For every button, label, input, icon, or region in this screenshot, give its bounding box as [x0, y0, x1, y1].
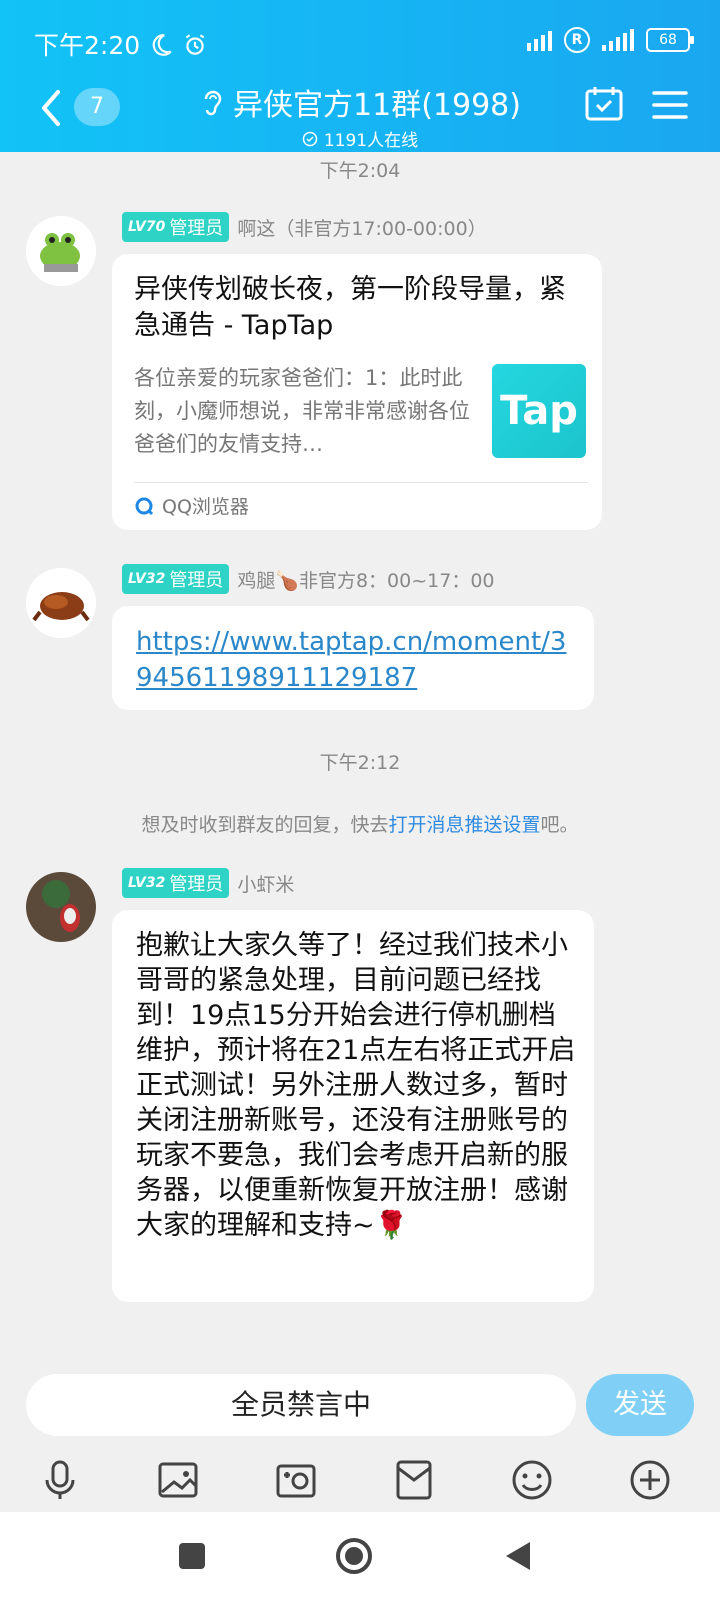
sender-name[interactable]: 小虾米: [237, 870, 294, 897]
alarm-icon: [185, 34, 205, 55]
avatar[interactable]: [26, 568, 96, 638]
ear-icon: [204, 90, 222, 116]
timestamp: 下午2:12: [319, 752, 401, 774]
image-icon[interactable]: [156, 1458, 200, 1502]
link-card[interactable]: 异侠传划破长夜，第一阶段导量，紧急通告 - TapTap 各位亲爱的玩家爸爸们：…: [112, 254, 602, 530]
emoji-icon[interactable]: [510, 1458, 554, 1502]
back-triangle-icon[interactable]: [498, 1536, 538, 1576]
message-bubble[interactable]: https://www.taptap.cn/moment/39456119891…: [112, 606, 594, 710]
back-arrow-icon[interactable]: [36, 86, 68, 130]
online-count: 1191人在线: [323, 131, 419, 151]
send-button[interactable]: 发送: [586, 1374, 694, 1436]
camera-icon[interactable]: [274, 1458, 318, 1502]
microphone-icon[interactable]: [38, 1458, 82, 1502]
push-settings-link[interactable]: 打开消息推送设置: [388, 814, 540, 836]
avatar[interactable]: [26, 216, 96, 286]
muted-input-field[interactable]: 全员禁言中: [26, 1374, 576, 1436]
group-title: 异侠官方11群(1998): [233, 88, 521, 123]
menu-icon[interactable]: [652, 90, 688, 120]
game-character-avatar-image: [26, 872, 96, 942]
message-meta: LV32 管理员 小虾米: [122, 868, 294, 898]
status-icons: R 68: [527, 26, 694, 54]
qq-browser-icon: [135, 497, 154, 515]
unread-count-badge[interactable]: 7: [74, 88, 120, 126]
red-packet-icon[interactable]: [392, 1458, 436, 1502]
push-notice: 想及时收到群友的回复，快去打开消息推送设置吧。: [141, 814, 579, 836]
recent-apps-icon[interactable]: [172, 1536, 212, 1576]
divider: [134, 482, 588, 483]
card-source: QQ浏览器: [134, 492, 249, 519]
avatar[interactable]: [26, 872, 96, 942]
card-description: 各位亲爱的玩家爸爸们：1：此时此刻，小魔师想说，非常非常感谢各位爸爸们的友情支持…: [134, 366, 470, 456]
input-area: 全员禁言中 发送: [0, 1362, 720, 1512]
signal-icon: [602, 29, 634, 51]
toolbar: [0, 1458, 720, 1508]
message-meta: LV32 管理员 鸡腿🍗非官方8：00~17：00: [122, 564, 495, 594]
frog-avatar-image: [26, 216, 96, 286]
battery-icon: 68: [646, 28, 694, 52]
level-badge: LV70 管理员: [122, 212, 230, 242]
calendar-check-icon[interactable]: [584, 84, 624, 124]
level-badge: LV32 管理员: [122, 564, 230, 594]
group-title-area[interactable]: 异侠官方11群(1998) 1191人在线: [180, 80, 540, 151]
signal-hplus-icon: [527, 29, 552, 51]
message-meta: LV70 管理员 啊这（非官方17:00-00:00）: [122, 212, 487, 242]
nav-bar: 7 异侠官方11群(1998) 1191人在线: [0, 80, 720, 152]
url-link[interactable]: https://www.taptap.cn/moment/39456119891…: [136, 624, 576, 696]
chat-header: 下午2:20 R 68 7 异侠官方11群(1998) 1191人在线: [0, 0, 720, 152]
message-text: 抱歉让大家久等了！经过我们技术小哥哥的紧急处理，目前问题已经找到！19点15分开…: [136, 930, 576, 1241]
sender-name[interactable]: 啊这（非官方17:00-00:00）: [237, 214, 486, 241]
timestamp: 下午2:04: [319, 160, 401, 182]
level-badge: LV32 管理员: [122, 868, 230, 898]
status-bar: 下午2:20 R 68: [0, 0, 720, 80]
roast-chicken-avatar-image: [26, 568, 96, 638]
status-time: 下午2:20: [34, 26, 208, 62]
chat-area[interactable]: 下午2:04 LV70 管理员 啊这（非官方17:00-00:00） 异侠传划破…: [0, 152, 720, 1362]
message-bubble[interactable]: 抱歉让大家久等了！经过我们技术小哥哥的紧急处理，目前问题已经找到！19点15分开…: [112, 910, 594, 1302]
card-title: 异侠传划破长夜，第一阶段导量，紧急通告 - TapTap: [134, 274, 566, 341]
plus-icon[interactable]: [628, 1458, 672, 1502]
system-nav-bar: [0, 1512, 720, 1600]
registered-icon: R: [564, 27, 590, 53]
taptap-logo: Tap: [492, 364, 586, 458]
home-icon[interactable]: [334, 1536, 374, 1576]
sender-name[interactable]: 鸡腿🍗非官方8：00~17：00: [237, 566, 494, 593]
online-check-icon: [302, 131, 318, 146]
moon-icon: [152, 34, 172, 56]
